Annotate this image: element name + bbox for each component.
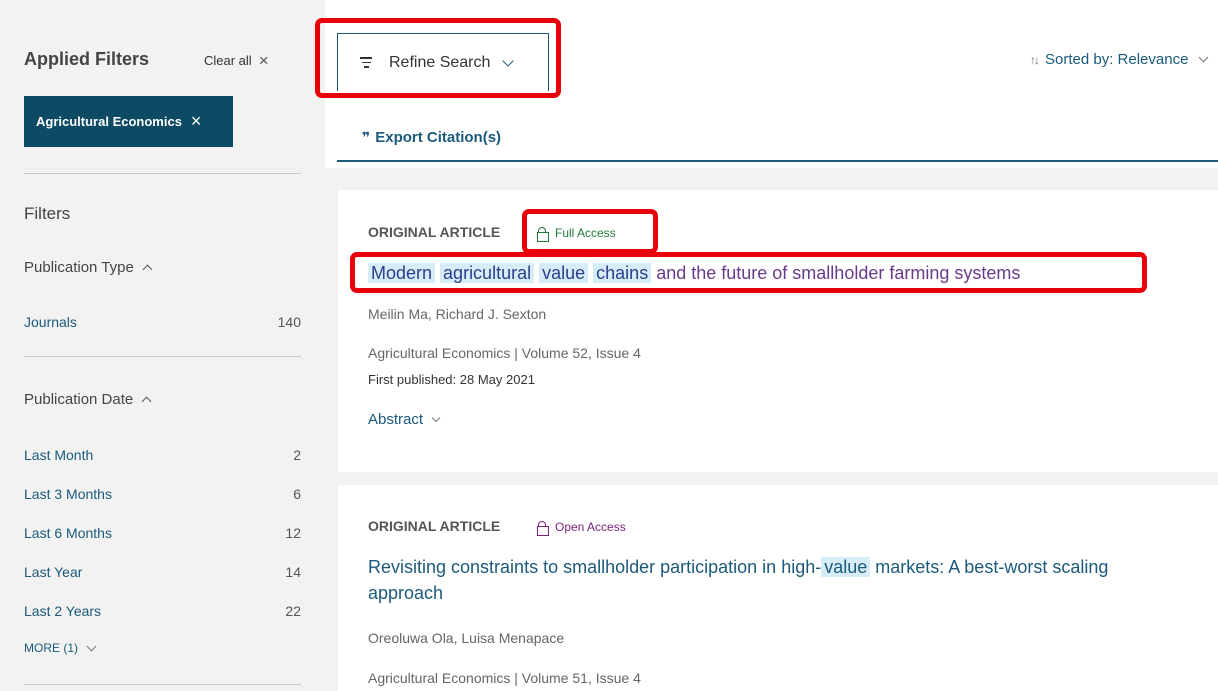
article-authors: Oreoluwa Ola, Luisa Menapace	[368, 630, 565, 646]
chip-label: Agricultural Economics	[36, 114, 182, 129]
article-journal: Agricultural Economics | Volume 52, Issu…	[368, 345, 641, 361]
export-citations-button[interactable]: ❞ Export Citation(s)	[362, 129, 501, 146]
filter-option-count: 140	[277, 314, 301, 330]
access-label: Open Access	[555, 520, 626, 534]
publication-date-label: Publication Date	[24, 391, 134, 408]
article-type: ORIGINAL ARTICLE	[368, 518, 501, 534]
sort-arrows-icon: ↑↓	[1030, 52, 1040, 67]
filter-option-count: 12	[285, 525, 301, 541]
article-title-link[interactable]: Revisiting constraints to smallholder pa…	[368, 554, 1188, 606]
title-text: Revisiting constraints to smallholder pa…	[368, 557, 822, 577]
divider	[24, 356, 301, 357]
close-icon[interactable]: ×	[191, 112, 202, 130]
divider	[24, 684, 301, 685]
open-access-badge: Open Access	[537, 520, 626, 536]
chevron-up-icon	[142, 264, 153, 275]
chevron-up-icon	[141, 396, 152, 407]
filter-option-label: Last 3 Months	[24, 486, 112, 502]
filter-option-label: Last 2 Years	[24, 603, 102, 619]
article-authors: Meilin Ma, Richard J. Sexton	[368, 306, 547, 322]
abstract-label: Abstract	[368, 411, 424, 428]
filter-option-last-3-months[interactable]: Last 3 Months 6	[24, 486, 301, 502]
article-published-date: First published: 28 May 2021	[368, 372, 535, 387]
close-icon: ×	[258, 51, 269, 70]
clear-all-label: Clear all	[204, 53, 252, 68]
filter-option-last-month[interactable]: Last Month 2	[24, 447, 301, 463]
filter-option-count: 6	[293, 486, 301, 502]
quote-icon: ❞	[362, 129, 370, 145]
publication-type-label: Publication Type	[24, 259, 134, 276]
clear-all-button[interactable]: Clear all ×	[204, 51, 269, 70]
full-access-badge: Full Access	[537, 226, 616, 242]
filter-option-label: Last 6 Months	[24, 525, 112, 541]
filter-option-count: 14	[285, 564, 301, 580]
publication-type-toggle[interactable]: Publication Type	[24, 259, 153, 276]
publication-date-toggle[interactable]: Publication Date	[24, 391, 152, 408]
filter-option-last-2-years[interactable]: Last 2 Years 22	[24, 603, 301, 619]
toolbar-divider	[337, 160, 1218, 162]
filter-option-label: Last Month	[24, 447, 94, 463]
lock-icon	[537, 520, 549, 536]
filters-title: Filters	[24, 204, 71, 223]
more-filters-button[interactable]: MORE (1)	[24, 641, 97, 655]
article-type: ORIGINAL ARTICLE	[368, 224, 501, 240]
title-highlight: Modern	[368, 263, 436, 283]
access-label: Full Access	[555, 226, 616, 240]
export-label: Export Citation(s)	[375, 129, 502, 146]
filter-option-last-6-months[interactable]: Last 6 Months 12	[24, 525, 301, 541]
refine-search-button[interactable]: Refine Search	[337, 33, 549, 91]
refine-search-label: Refine Search	[389, 53, 491, 71]
sort-dropdown[interactable]: ↑↓ Sorted by: Relevance	[1030, 51, 1209, 68]
filter-option-count: 2	[293, 447, 301, 463]
lock-icon	[537, 226, 549, 242]
more-label: MORE (1)	[24, 641, 78, 655]
chevron-down-icon	[1198, 52, 1209, 63]
title-highlight: value	[539, 263, 589, 283]
title-highlight: chains	[593, 263, 652, 283]
filter-lines-icon	[360, 57, 372, 68]
chevron-down-icon	[502, 54, 515, 67]
chevron-down-icon	[431, 413, 441, 422]
applied-filters-title: Applied Filters	[24, 49, 150, 69]
sort-label: Sorted by: Relevance	[1045, 51, 1189, 68]
filter-option-count: 22	[285, 603, 301, 619]
abstract-toggle[interactable]: Abstract	[368, 411, 441, 428]
title-text: and the future of smallholder farming sy…	[656, 263, 1021, 283]
article-title-link[interactable]: Modern agricultural value chains and the…	[368, 260, 1168, 286]
filter-option-journals[interactable]: Journals 140	[24, 314, 301, 330]
applied-filter-chip[interactable]: Agricultural Economics ×	[24, 96, 233, 147]
article-journal: Agricultural Economics | Volume 51, Issu…	[368, 670, 641, 686]
title-highlight: value	[821, 557, 871, 577]
title-highlight: agricultural	[440, 263, 535, 283]
filter-option-label: Journals	[24, 314, 77, 330]
chevron-down-icon	[86, 641, 97, 651]
divider	[24, 173, 301, 174]
filter-option-last-year[interactable]: Last Year 14	[24, 564, 301, 580]
filter-option-label: Last Year	[24, 564, 83, 580]
